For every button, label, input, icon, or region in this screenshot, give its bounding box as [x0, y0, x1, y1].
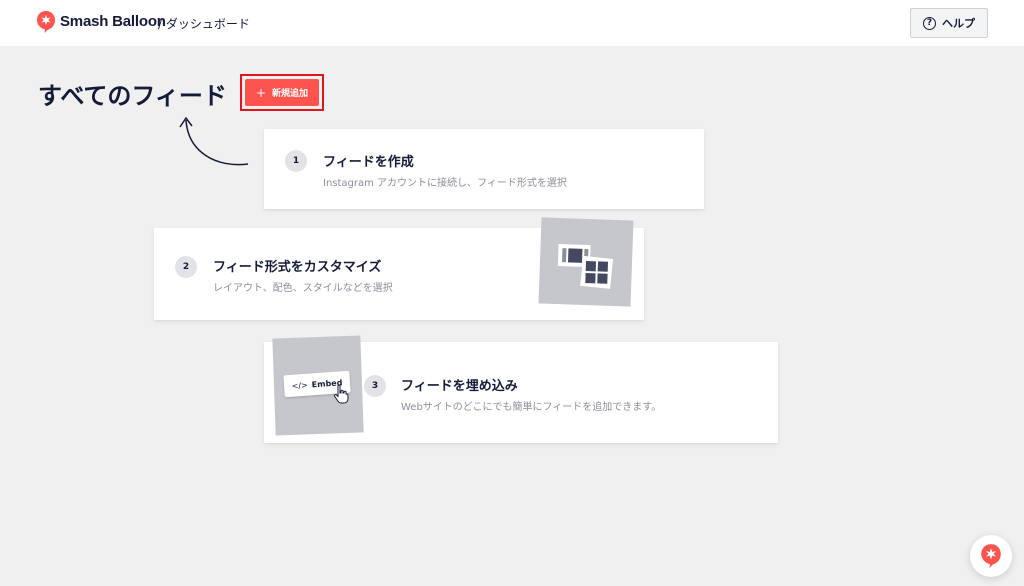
step-card-1: 1 フィードを作成 Instagram アカウントに接続し、フィード形式を選択 [264, 129, 704, 209]
top-bar: Smash Balloon / ダッシュボード ? ヘルプ [0, 0, 1024, 46]
layout-illustration [538, 217, 634, 307]
step-number: 3 [364, 375, 386, 397]
question-circle-icon: ? [923, 16, 936, 30]
plus-icon: + [255, 85, 267, 100]
balloon-logo-icon [981, 544, 1001, 568]
page-title: すべてのフィード [38, 82, 227, 110]
breadcrumb: / ダッシュボード [158, 17, 250, 31]
help-button[interactable]: ? ヘルプ [910, 8, 988, 38]
pointer-hand-icon [333, 384, 349, 404]
brand-name[interactable]: Smash Balloon [60, 13, 166, 30]
balloon-logo-icon[interactable] [36, 10, 56, 34]
code-icon: </> [291, 380, 309, 391]
add-new-button[interactable]: + 新規追加 [245, 79, 319, 106]
floating-support-button[interactable] [970, 535, 1012, 577]
step-title: フィードを埋め込み [401, 379, 518, 394]
help-button-label: ヘルプ [942, 17, 975, 30]
step-description: Webサイトのどこにでも簡単にフィードを追加できます。 [401, 402, 662, 413]
step-title: フィードを作成 [323, 155, 414, 170]
step-number: 2 [175, 256, 197, 278]
layout-grid-icon [557, 244, 614, 289]
step-title: フィード形式をカスタマイズ [213, 260, 382, 275]
step-description: Instagram アカウントに接続し、フィード形式を選択 [323, 178, 567, 189]
add-new-button-label: 新規追加 [272, 89, 309, 99]
step-number: 1 [285, 150, 307, 172]
curved-arrow-icon [179, 116, 249, 166]
step-description: レイアウト、配色、スタイルなどを選択 [213, 283, 393, 294]
